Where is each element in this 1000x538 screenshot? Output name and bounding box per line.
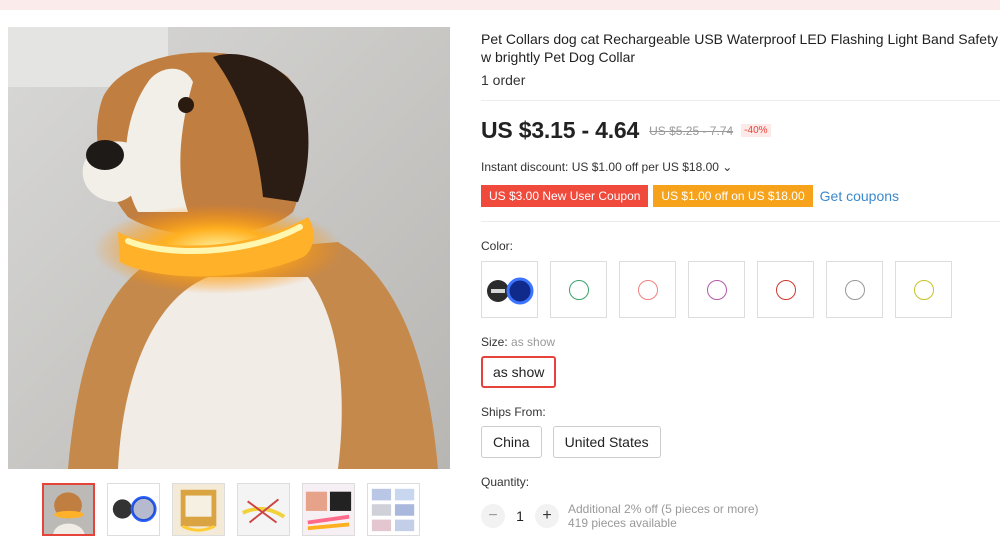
top-strip — [0, 0, 1000, 10]
size-label-text: Size: — [481, 335, 512, 349]
collar-thumb-icon — [483, 263, 536, 316]
minus-icon[interactable]: − — [481, 504, 505, 528]
thumbnail-5[interactable] — [302, 483, 355, 536]
ships-from-label: Ships From: — [481, 405, 546, 419]
ships-from-options: China United States — [481, 426, 661, 458]
color-option-green[interactable] — [550, 261, 607, 318]
color-option-purple[interactable] — [688, 261, 745, 318]
price-row: US $3.15 - 4.64 US $5.25 - 7.74 -40% — [481, 117, 771, 144]
ships-from-china[interactable]: China — [481, 426, 542, 458]
get-coupons-link[interactable]: Get coupons — [820, 188, 899, 204]
color-swatches — [481, 261, 952, 318]
size-selected-note: as show — [511, 335, 556, 349]
pink-ring-icon — [637, 279, 658, 300]
thumbnail-strip — [42, 483, 420, 536]
original-price: US $5.25 - 7.74 — [649, 123, 734, 138]
white-ring-icon — [844, 279, 865, 300]
ships-from-united-states[interactable]: United States — [552, 426, 661, 458]
color-option-red[interactable] — [757, 261, 814, 318]
thumbnail-6[interactable] — [367, 483, 420, 536]
size-label: Size: as show — [481, 335, 555, 349]
plus-icon[interactable]: + — [535, 504, 559, 528]
quantity-label: Quantity: — [481, 475, 530, 489]
instant-discount-dropdown[interactable]: Instant discount: US $1.00 off per US $1… — [481, 160, 732, 174]
color-option-photo[interactable] — [481, 261, 538, 318]
quantity-info: Additional 2% off (5 pieces or more) 419… — [568, 502, 759, 530]
coupon-row: US $3.00 New User Coupon US $1.00 off on… — [481, 185, 899, 207]
divider — [481, 100, 1000, 101]
product-title: Pet Collars dog cat Rechargeable USB Wat… — [481, 31, 998, 65]
divider — [481, 221, 1000, 222]
yellow-ring-icon — [913, 279, 934, 300]
order-count: 1 order — [481, 72, 526, 88]
new-user-coupon[interactable]: US $3.00 New User Coupon — [481, 185, 649, 207]
product-main-image[interactable] — [8, 27, 450, 469]
current-price: US $3.15 - 4.64 — [481, 117, 640, 143]
thumbnail-4[interactable] — [237, 483, 290, 536]
green-ring-icon — [568, 279, 589, 300]
thumbnail-3[interactable] — [172, 483, 225, 536]
quantity-stepper: − 1 + Additional 2% off (5 pieces or mor… — [481, 502, 759, 530]
store-coupon[interactable]: US $1.00 off on US $18.00 — [653, 185, 813, 207]
thumbnail-1[interactable] — [42, 483, 95, 536]
purple-ring-icon — [706, 279, 727, 300]
color-option-yellow[interactable] — [895, 261, 952, 318]
size-option-as-show[interactable]: as show — [481, 356, 557, 388]
dog-photo — [8, 27, 450, 469]
thumbnail-2[interactable] — [107, 483, 160, 536]
red-ring-icon — [775, 279, 796, 300]
color-label: Color: — [481, 239, 514, 253]
bulk-discount-note: Additional 2% off (5 pieces or more) — [568, 502, 759, 516]
color-option-pink[interactable] — [619, 261, 676, 318]
quantity-value[interactable]: 1 — [505, 508, 535, 524]
discount-badge: -40% — [741, 124, 771, 137]
color-option-white[interactable] — [826, 261, 883, 318]
pieces-available: 419 pieces available — [568, 516, 677, 530]
